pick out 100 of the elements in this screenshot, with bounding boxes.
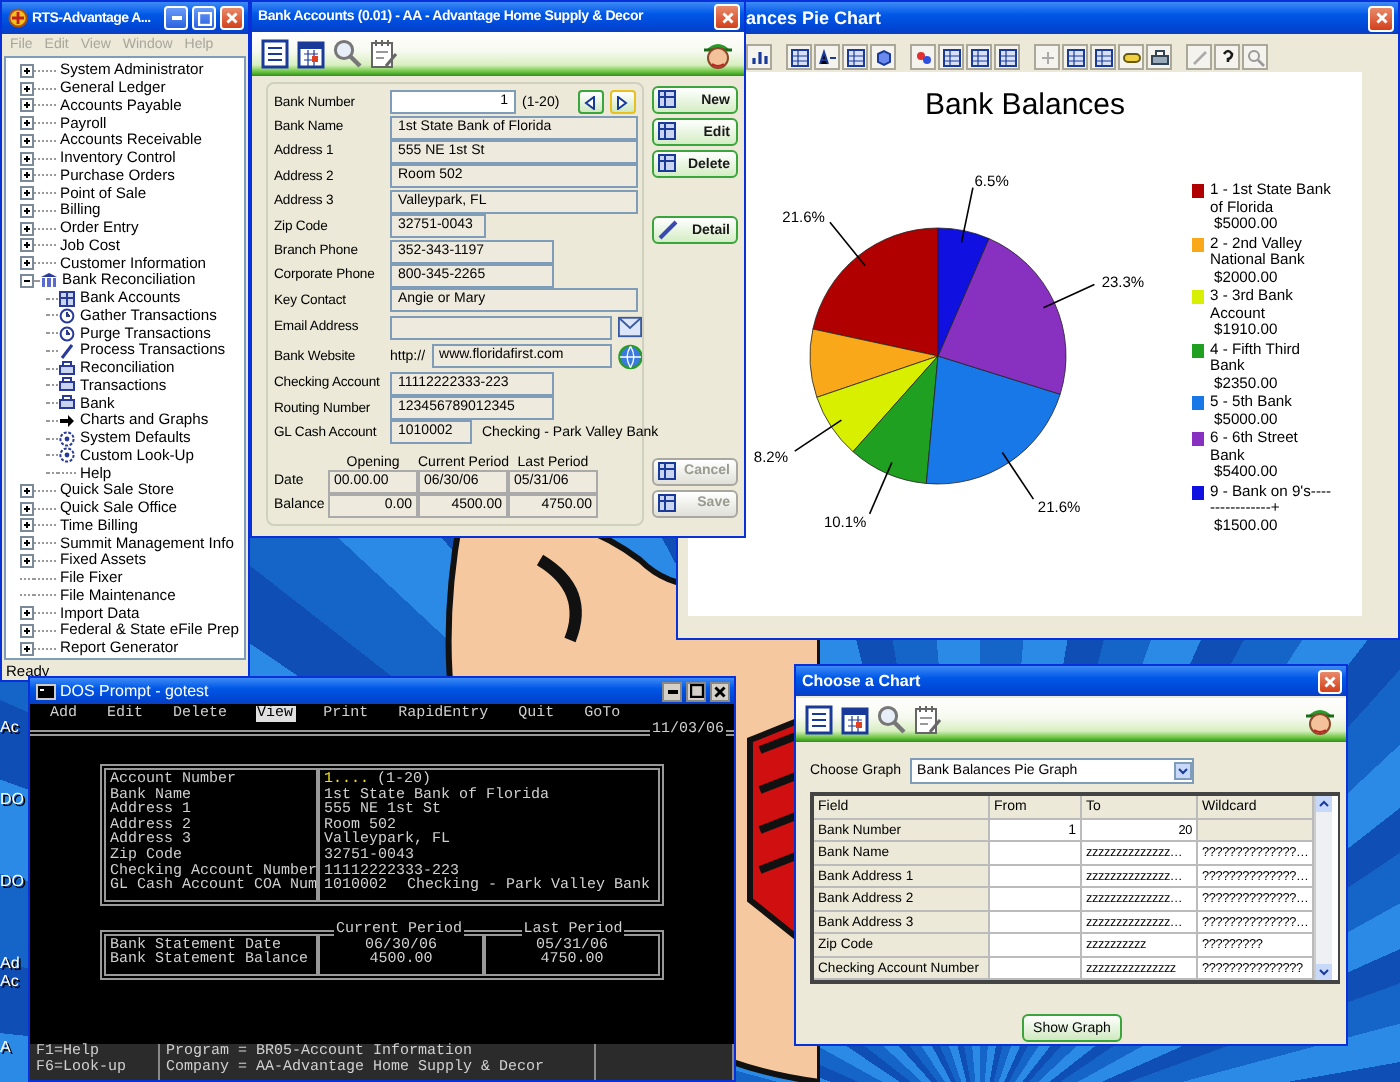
form-icon[interactable] <box>260 38 290 70</box>
table-cell[interactable] <box>990 888 1082 911</box>
search-icon[interactable] <box>332 38 362 70</box>
notepad-icon[interactable] <box>912 704 942 736</box>
expand-toggle[interactable] <box>20 501 34 516</box>
expand-toggle[interactable] <box>20 536 34 551</box>
table-cell[interactable] <box>990 865 1082 888</box>
grid-icon <box>789 47 809 67</box>
maximize-icon <box>197 11 211 25</box>
email-field[interactable] <box>390 315 612 340</box>
close-button[interactable] <box>710 681 730 701</box>
minimize-icon <box>171 16 181 20</box>
color-icon <box>913 47 933 67</box>
expand-toggle[interactable] <box>20 641 34 656</box>
toolbar-button[interactable] <box>994 44 1020 70</box>
maximize-button[interactable] <box>686 681 706 701</box>
toolbar-button[interactable] <box>1146 44 1172 70</box>
printer-icon <box>58 359 76 378</box>
grid-icon <box>658 90 680 110</box>
leader-line <box>793 419 843 452</box>
toolbar-button[interactable] <box>1214 44 1240 70</box>
form-icon[interactable] <box>804 704 834 736</box>
toolbar-button[interactable] <box>786 44 812 70</box>
expand-toggle[interactable] <box>20 606 34 621</box>
table-cell[interactable] <box>990 957 1082 980</box>
table-cell[interactable] <box>990 911 1082 934</box>
expand-toggle[interactable] <box>20 623 34 638</box>
expand-toggle[interactable] <box>20 186 34 201</box>
close-icon <box>1324 675 1336 687</box>
expand-toggle[interactable] <box>20 483 34 498</box>
table-cell[interactable] <box>990 842 1082 865</box>
expand-toggle[interactable] <box>20 203 34 218</box>
expand-toggle[interactable] <box>20 273 34 288</box>
tag-icon <box>1121 47 1141 67</box>
desktop-icon-label[interactable]: Ac <box>0 718 19 736</box>
printer-icon <box>58 376 76 395</box>
scrollbar[interactable] <box>1314 796 1332 980</box>
leader-line <box>960 186 974 244</box>
expand-toggle[interactable] <box>20 553 34 568</box>
scroll-up-icon[interactable] <box>1316 796 1332 812</box>
leader-line <box>1001 451 1035 500</box>
plus-icon <box>1037 47 1057 67</box>
toolbar-button[interactable] <box>966 44 992 70</box>
close-icon <box>721 11 733 23</box>
desktop-icon-label[interactable]: Ac <box>0 972 19 990</box>
calendar-icon[interactable] <box>840 704 870 736</box>
expand-toggle[interactable] <box>20 518 34 533</box>
triangle-right-icon <box>616 95 629 110</box>
toolbar-button[interactable] <box>1062 44 1088 70</box>
close-icon <box>226 12 238 24</box>
clock-icon <box>58 306 76 325</box>
expand-toggle[interactable] <box>20 81 34 96</box>
toolbar-button[interactable] <box>842 44 868 70</box>
expand-toggle[interactable] <box>20 238 34 253</box>
grid-icon <box>658 154 680 174</box>
expand-toggle[interactable] <box>20 221 34 236</box>
calendar-icon[interactable] <box>296 38 326 70</box>
close-icon <box>1375 12 1387 24</box>
toolbar-button[interactable] <box>746 44 772 70</box>
clock-icon <box>58 324 76 343</box>
bank-icon <box>40 272 58 289</box>
expand-toggle[interactable] <box>20 133 34 148</box>
leader-line <box>829 221 866 267</box>
expand-toggle[interactable] <box>20 98 34 113</box>
bar-chart-icon <box>749 47 769 67</box>
expand-toggle[interactable] <box>20 116 34 131</box>
toolbar-button[interactable] <box>1118 44 1144 70</box>
next-button[interactable] <box>609 90 636 115</box>
table-icon <box>845 47 865 67</box>
expand-toggle[interactable] <box>20 151 34 166</box>
envelope-icon[interactable] <box>618 316 642 339</box>
desktop-icon-label[interactable]: Ad <box>0 954 20 972</box>
expand-toggle[interactable] <box>20 63 34 78</box>
triangle-left-icon <box>584 95 597 110</box>
desktop-icon-label[interactable]: DO <box>0 872 24 890</box>
console-icon <box>36 683 56 699</box>
pen-icon <box>658 220 680 240</box>
grid-icon <box>658 461 680 482</box>
grid-icon <box>658 493 680 514</box>
minimize-button[interactable] <box>662 681 682 701</box>
search-icon[interactable] <box>876 704 906 736</box>
notepad-icon[interactable] <box>368 38 398 70</box>
desktop-icon-label[interactable]: A <box>0 1038 11 1056</box>
arrow-icon <box>58 411 76 430</box>
toolbar-button[interactable] <box>1090 44 1116 70</box>
toolbar-button[interactable] <box>814 44 840 70</box>
previous-button[interactable] <box>577 90 604 115</box>
expand-toggle[interactable] <box>20 168 34 183</box>
close-icon <box>714 685 726 697</box>
desktop-icon-label[interactable]: DO <box>0 790 24 808</box>
scroll-down-icon[interactable] <box>1316 964 1332 980</box>
globe-icon[interactable] <box>617 343 642 370</box>
toolbar-button[interactable] <box>938 44 964 70</box>
table-cell[interactable] <box>1198 819 1314 842</box>
window-title: DOS Prompt - gotest <box>60 682 209 700</box>
toolbar-button[interactable] <box>870 44 896 70</box>
leader-line <box>1042 283 1096 309</box>
pen-icon <box>58 341 76 360</box>
table-cell[interactable] <box>990 934 1082 957</box>
expand-toggle[interactable] <box>20 256 34 271</box>
